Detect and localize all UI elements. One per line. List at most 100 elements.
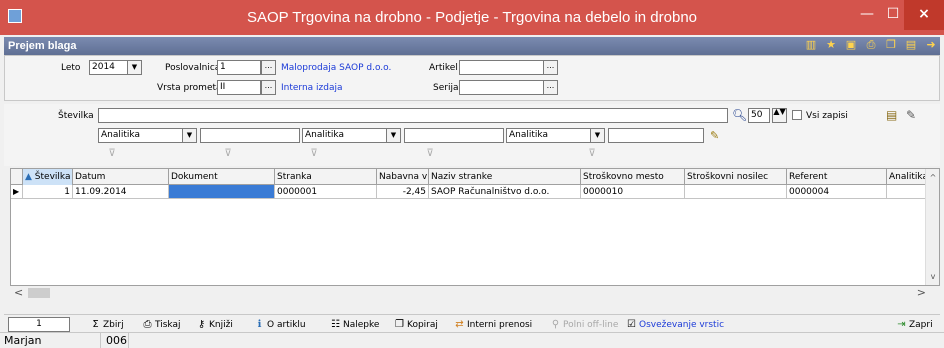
- search-icon[interactable]: 🔍︎: [732, 108, 747, 122]
- cell-dokument[interactable]: [169, 185, 275, 199]
- o-artiklu-button[interactable]: ℹO artiklu: [254, 319, 306, 330]
- stevilka-label: Številka: [58, 111, 94, 121]
- column-header-stranka[interactable]: Stranka: [275, 169, 377, 185]
- paste-icon[interactable]: ▤: [904, 38, 918, 52]
- stevilka-input[interactable]: [98, 108, 728, 123]
- filter-icon-3[interactable]: ⊽: [308, 148, 320, 160]
- column-header-naziv-stranke[interactable]: Naziv stranke: [429, 169, 581, 185]
- analitika-value-2[interactable]: [404, 128, 504, 143]
- analitika-select-3[interactable]: Analitika: [506, 128, 600, 143]
- scroll-down-icon[interactable]: v: [926, 272, 940, 281]
- scroll-right-icon[interactable]: >: [917, 286, 926, 299]
- cell-stroskovni-nosilec[interactable]: [685, 185, 787, 199]
- column-header-stevilka[interactable]: ▲ Številka: [23, 169, 73, 185]
- analitika-value-1[interactable]: [200, 128, 300, 143]
- edit-icon[interactable]: ✎: [906, 108, 916, 122]
- favorite-icon[interactable]: ★: [824, 38, 838, 52]
- poslovalnica-link[interactable]: Maloprodaja SAOP d.o.o.: [281, 63, 391, 73]
- filter-icon-5[interactable]: ⊽: [586, 148, 598, 160]
- artikel-browse-button[interactable]: ...: [543, 60, 558, 75]
- cell-nabavna[interactable]: -2,45: [377, 185, 429, 199]
- module-header: Prejem blaga ▥ ★ ▣ ⎙ ❐ ▤ ➜: [4, 37, 940, 55]
- close-button[interactable]: ×: [904, 0, 944, 30]
- analitika-dropdown-icon-1[interactable]: ▼: [182, 128, 197, 143]
- company-code: 006: [106, 334, 127, 347]
- sum-icon: Σ: [92, 319, 99, 330]
- scroll-up-icon[interactable]: ^: [926, 173, 940, 182]
- clear-filter-icon[interactable]: ✎: [710, 129, 719, 142]
- count-spinner[interactable]: ▲▼: [772, 108, 787, 123]
- cell-referent[interactable]: 0000004: [787, 185, 887, 199]
- horizontal-scrollbar[interactable]: < >: [10, 286, 940, 300]
- cell-naziv-stranke[interactable]: SAOP Računalništvo d.o.o.: [429, 185, 581, 199]
- scroll-left-icon[interactable]: <: [14, 286, 23, 299]
- close-door-icon: ⇥: [897, 319, 906, 330]
- leto-dropdown-icon[interactable]: ▼: [127, 60, 142, 75]
- column-header-stroskovni-nosilec[interactable]: Stroškovni nosilec: [685, 169, 787, 185]
- row-pointer-icon: ▶: [11, 185, 23, 199]
- interni-prenosi-button[interactable]: ⇄ Interni prenosi: [454, 319, 532, 330]
- knjizi-button[interactable]: ⚷ Knjiži: [196, 319, 233, 330]
- column-header-datum[interactable]: Datum: [73, 169, 169, 185]
- document-icon[interactable]: ▣: [844, 38, 858, 52]
- zapri-button[interactable]: ⇥ Zapri: [896, 319, 932, 330]
- artikel-input[interactable]: [459, 60, 545, 75]
- exit-icon[interactable]: ➜: [924, 38, 938, 52]
- action-bar: 1 Σ Zbirj ⎙ Tiskaj ⚷ Knjiži ℹO artiklu ☷ Nal…: [4, 314, 940, 332]
- printer-icon: ⎙: [143, 319, 152, 330]
- cell-analitika[interactable]: [887, 185, 927, 199]
- analitika-select-2[interactable]: Analitika: [302, 128, 396, 143]
- cell-stroskovno-mesto[interactable]: 0000010: [581, 185, 685, 199]
- tiskaj-button[interactable]: ⎙ Tiskaj: [142, 319, 181, 330]
- leto-label: Leto: [61, 63, 81, 73]
- polni-offline-button: ⚲ Polni off-line: [551, 319, 619, 330]
- nalepke-button[interactable]: ☷ Nalepke: [330, 319, 379, 330]
- poslovalnica-label: Poslovalnica: [165, 63, 221, 73]
- vrsta-prometa-input[interactable]: II: [217, 80, 261, 95]
- filter-icon-2[interactable]: ⊽: [222, 148, 234, 160]
- vsi-zapisi-checkbox[interactable]: [792, 110, 802, 120]
- columns-icon[interactable]: ▥: [804, 38, 818, 52]
- cell-stevilka[interactable]: 1: [23, 185, 73, 199]
- serija-browse-button[interactable]: ...: [543, 80, 558, 95]
- table-row[interactable]: ▶ 1 11.09.2014 0000001 -2,45 SAOP Računa…: [11, 185, 939, 199]
- count-input[interactable]: 50: [748, 108, 770, 123]
- column-header-nabavna[interactable]: Nabavna vr.: [377, 169, 429, 185]
- vrsta-prometa-link[interactable]: Interna izdaja: [281, 83, 343, 93]
- analitika-value-3[interactable]: [608, 128, 704, 143]
- cell-stranka[interactable]: 0000001: [275, 185, 377, 199]
- toolbar-icons: ▥ ★ ▣ ⎙ ❐ ▤ ➜: [804, 38, 938, 52]
- analitika-dropdown-icon-3[interactable]: ▼: [590, 128, 605, 143]
- column-header-analitika[interactable]: Analitika: [887, 169, 927, 185]
- offline-icon: ⚲: [551, 319, 560, 330]
- zbirj-button[interactable]: Σ Zbirj: [90, 319, 123, 330]
- window-title: SAOP Trgovina na drobno - Podjetje - Trg…: [246, 9, 697, 26]
- export-icon[interactable]: ▤: [886, 108, 897, 122]
- analitika-select-1[interactable]: Analitika: [98, 128, 192, 143]
- column-header-dokument[interactable]: Dokument: [169, 169, 275, 185]
- scroll-thumb[interactable]: [28, 288, 50, 298]
- print-icon[interactable]: ⎙: [864, 38, 878, 52]
- vrsta-prometa-browse-button[interactable]: ...: [261, 80, 276, 95]
- info-icon: ℹ: [257, 319, 262, 330]
- column-header-referent[interactable]: Referent: [787, 169, 887, 185]
- copy-icon[interactable]: ❐: [884, 38, 898, 52]
- filter-icon-1[interactable]: ⊽: [106, 148, 118, 160]
- window-titlebar: SAOP Trgovina na drobno - Podjetje - Trg…: [0, 0, 944, 35]
- key-icon: ⚷: [197, 319, 206, 330]
- column-header-stroskovno-mesto[interactable]: Stroškovno mesto: [581, 169, 685, 185]
- filter-icon-4[interactable]: ⊽: [424, 148, 436, 160]
- poslovalnica-input[interactable]: 1: [217, 60, 261, 75]
- osvezevanje-toggle[interactable]: ☑ Osveževanje vrstic: [626, 319, 724, 330]
- vertical-scrollbar[interactable]: ^ v: [925, 169, 939, 285]
- analitika-dropdown-icon-2[interactable]: ▼: [386, 128, 401, 143]
- poslovalnica-browse-button[interactable]: ...: [261, 60, 276, 75]
- status-footer: Marjan 006: [0, 332, 944, 348]
- cell-datum[interactable]: 11.09.2014: [73, 185, 169, 199]
- row-indicator-header: [11, 169, 23, 185]
- kopiraj-button[interactable]: ❐ Kopiraj: [394, 319, 438, 330]
- module-title: Prejem blaga: [8, 40, 77, 52]
- serija-input[interactable]: [459, 80, 545, 95]
- serija-label: Serija: [433, 83, 459, 93]
- filter-panel: Leto 2014 ▼ Poslovalnica 1 ... Maloproda…: [4, 55, 940, 101]
